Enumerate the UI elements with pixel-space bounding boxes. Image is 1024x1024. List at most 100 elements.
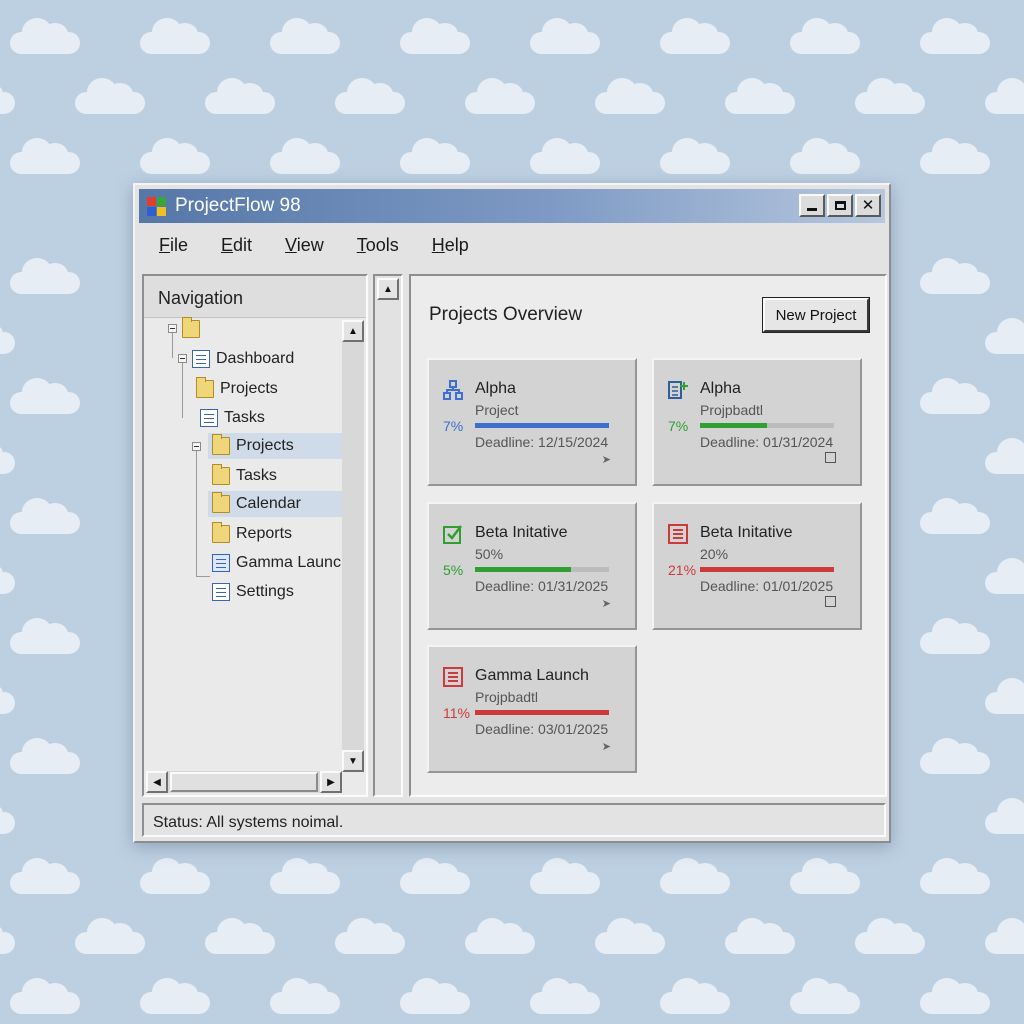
maximize-icon bbox=[834, 201, 846, 210]
progress-bar bbox=[700, 567, 834, 572]
progress-fill bbox=[475, 710, 609, 715]
tree-item-tasks-sub[interactable]: Tasks bbox=[212, 463, 277, 489]
card-subtitle: 20% bbox=[700, 546, 729, 562]
card-subtitle: Project bbox=[475, 402, 519, 418]
tree-item-root[interactable] bbox=[182, 316, 206, 342]
progress-bar bbox=[475, 423, 609, 428]
window-title: ProjectFlow 98 bbox=[175, 195, 301, 216]
square-icon[interactable] bbox=[825, 596, 836, 610]
card-title: Alpha bbox=[475, 380, 516, 397]
project-card[interactable]: Beta Initative 50% 5% Deadline: 01/31/20… bbox=[427, 502, 637, 630]
tree-item-label: Settings bbox=[236, 583, 294, 600]
horizontal-scroll-thumb[interactable] bbox=[170, 772, 318, 792]
tree-expander[interactable] bbox=[168, 324, 177, 333]
menu-tools[interactable]: Tools bbox=[357, 235, 399, 256]
progress-bar bbox=[475, 710, 609, 715]
list-icon bbox=[668, 524, 688, 544]
tree-item-projects-selected[interactable]: Projects bbox=[208, 433, 346, 459]
progress-fill bbox=[700, 567, 834, 572]
tree-item-label: Tasks bbox=[224, 409, 265, 426]
tree-item-tasks[interactable]: Tasks bbox=[200, 405, 265, 431]
project-card[interactable]: Alpha Project 7% Deadline: 12/15/2024 ➤ bbox=[427, 358, 637, 486]
app-window: ProjectFlow 98 ✕ File Edit View Tools He… bbox=[133, 183, 891, 843]
card-title: Beta Initative bbox=[700, 524, 793, 541]
card-percent: 5% bbox=[443, 562, 464, 578]
close-button[interactable]: ✕ bbox=[855, 194, 881, 217]
menu-view[interactable]: View bbox=[285, 235, 324, 256]
tree-item-gamma-launch[interactable]: Gamma Launch bbox=[212, 550, 350, 576]
folder-icon bbox=[182, 317, 200, 338]
tree-item-projects[interactable]: Projects bbox=[196, 376, 278, 402]
tree-item-reports[interactable]: Reports bbox=[212, 521, 292, 547]
document-icon bbox=[212, 583, 230, 601]
card-title: Gamma Launch bbox=[475, 667, 589, 684]
card-deadline: Deadline: 01/31/2024 bbox=[700, 434, 834, 450]
tree-expander[interactable] bbox=[192, 442, 201, 451]
progress-fill bbox=[475, 423, 609, 428]
project-card[interactable]: Alpha Projpbadtl 7% Deadline: 01/31/2024 bbox=[652, 358, 862, 486]
folder-icon bbox=[212, 464, 230, 485]
progress-bar bbox=[475, 567, 609, 572]
progress-bar bbox=[700, 423, 834, 428]
card-deadline: Deadline: 12/15/2024 bbox=[475, 434, 609, 450]
new-project-button[interactable]: New Project bbox=[762, 297, 870, 333]
checkbox-icon bbox=[443, 524, 463, 544]
square-icon[interactable] bbox=[825, 452, 836, 466]
close-icon: ✕ bbox=[861, 196, 875, 214]
tree-item-label: Projects bbox=[236, 437, 294, 454]
card-percent: 21% bbox=[668, 562, 697, 578]
projects-overview-panel: Projects Overview New Project Alpha Proj… bbox=[409, 274, 887, 797]
minimize-button[interactable] bbox=[799, 194, 825, 217]
card-percent: 11% bbox=[443, 705, 470, 721]
nav-vertical-scrollbar[interactable]: ▲ ▼ bbox=[342, 320, 364, 772]
navigation-panel: Navigation Dashboard Projects Tasks Proj… bbox=[142, 274, 368, 797]
card-subtitle: Projpbadtl bbox=[700, 402, 764, 418]
folder-icon bbox=[212, 434, 230, 455]
scroll-up-button[interactable]: ▲ bbox=[377, 278, 399, 300]
tree-expander[interactable] bbox=[178, 354, 187, 363]
folder-icon bbox=[212, 492, 230, 513]
title-bar[interactable]: ProjectFlow 98 ✕ bbox=[139, 189, 885, 223]
splitter-scrollbar[interactable]: ▲ bbox=[373, 274, 403, 797]
scroll-right-button[interactable]: ▶ bbox=[320, 771, 342, 793]
progress-fill bbox=[475, 567, 572, 572]
navigation-header: Navigation bbox=[144, 276, 366, 318]
tree-item-settings[interactable]: Settings bbox=[212, 579, 294, 605]
card-deadline: Deadline: 01/01/2025 bbox=[700, 578, 834, 594]
maximize-button[interactable] bbox=[827, 194, 853, 217]
list-icon bbox=[443, 667, 463, 687]
tree-item-label: Dashboard bbox=[216, 350, 295, 367]
project-card[interactable]: Beta Initative 20% 21% Deadline: 01/01/2… bbox=[652, 502, 862, 630]
tree-item-dashboard[interactable]: Dashboard bbox=[192, 346, 294, 372]
scroll-up-button[interactable]: ▲ bbox=[342, 320, 364, 342]
menu-edit[interactable]: Edit bbox=[221, 235, 252, 256]
document-icon bbox=[200, 409, 218, 427]
card-title: Beta Initative bbox=[475, 524, 568, 541]
menu-file[interactable]: File bbox=[159, 235, 188, 256]
card-percent: 7% bbox=[668, 418, 689, 434]
folder-icon bbox=[196, 377, 214, 398]
app-logo-icon bbox=[145, 195, 167, 217]
list-add-icon bbox=[668, 380, 688, 400]
card-deadline: Deadline: 01/31/2025 bbox=[475, 578, 609, 594]
tree-item-label: Calendar bbox=[236, 495, 301, 512]
scroll-down-button[interactable]: ▼ bbox=[342, 750, 364, 772]
project-card[interactable]: Gamma Launch Projpbadtl 11% Deadline: 03… bbox=[427, 645, 637, 773]
arrow-icon[interactable]: ➤ bbox=[602, 740, 611, 753]
menu-help[interactable]: Help bbox=[432, 235, 469, 256]
page-title: Projects Overview bbox=[429, 304, 583, 325]
progress-fill bbox=[700, 423, 767, 428]
nav-horizontal-scrollbar[interactable]: ◀ ▶ bbox=[146, 771, 342, 793]
card-title: Alpha bbox=[700, 380, 741, 397]
tree-item-label: Gamma Launch bbox=[236, 554, 350, 571]
card-subtitle: Projpbadtl bbox=[475, 689, 539, 705]
scroll-left-button[interactable]: ◀ bbox=[146, 771, 168, 793]
arrow-icon[interactable]: ➤ bbox=[602, 597, 611, 610]
tree-item-calendar[interactable]: Calendar bbox=[208, 491, 346, 517]
org-chart-icon bbox=[443, 380, 463, 400]
card-subtitle: 50% bbox=[475, 546, 504, 562]
folder-icon bbox=[212, 522, 230, 543]
arrow-icon[interactable]: ➤ bbox=[602, 453, 611, 466]
tree-item-label: Tasks bbox=[236, 467, 277, 484]
document-icon bbox=[192, 350, 210, 368]
